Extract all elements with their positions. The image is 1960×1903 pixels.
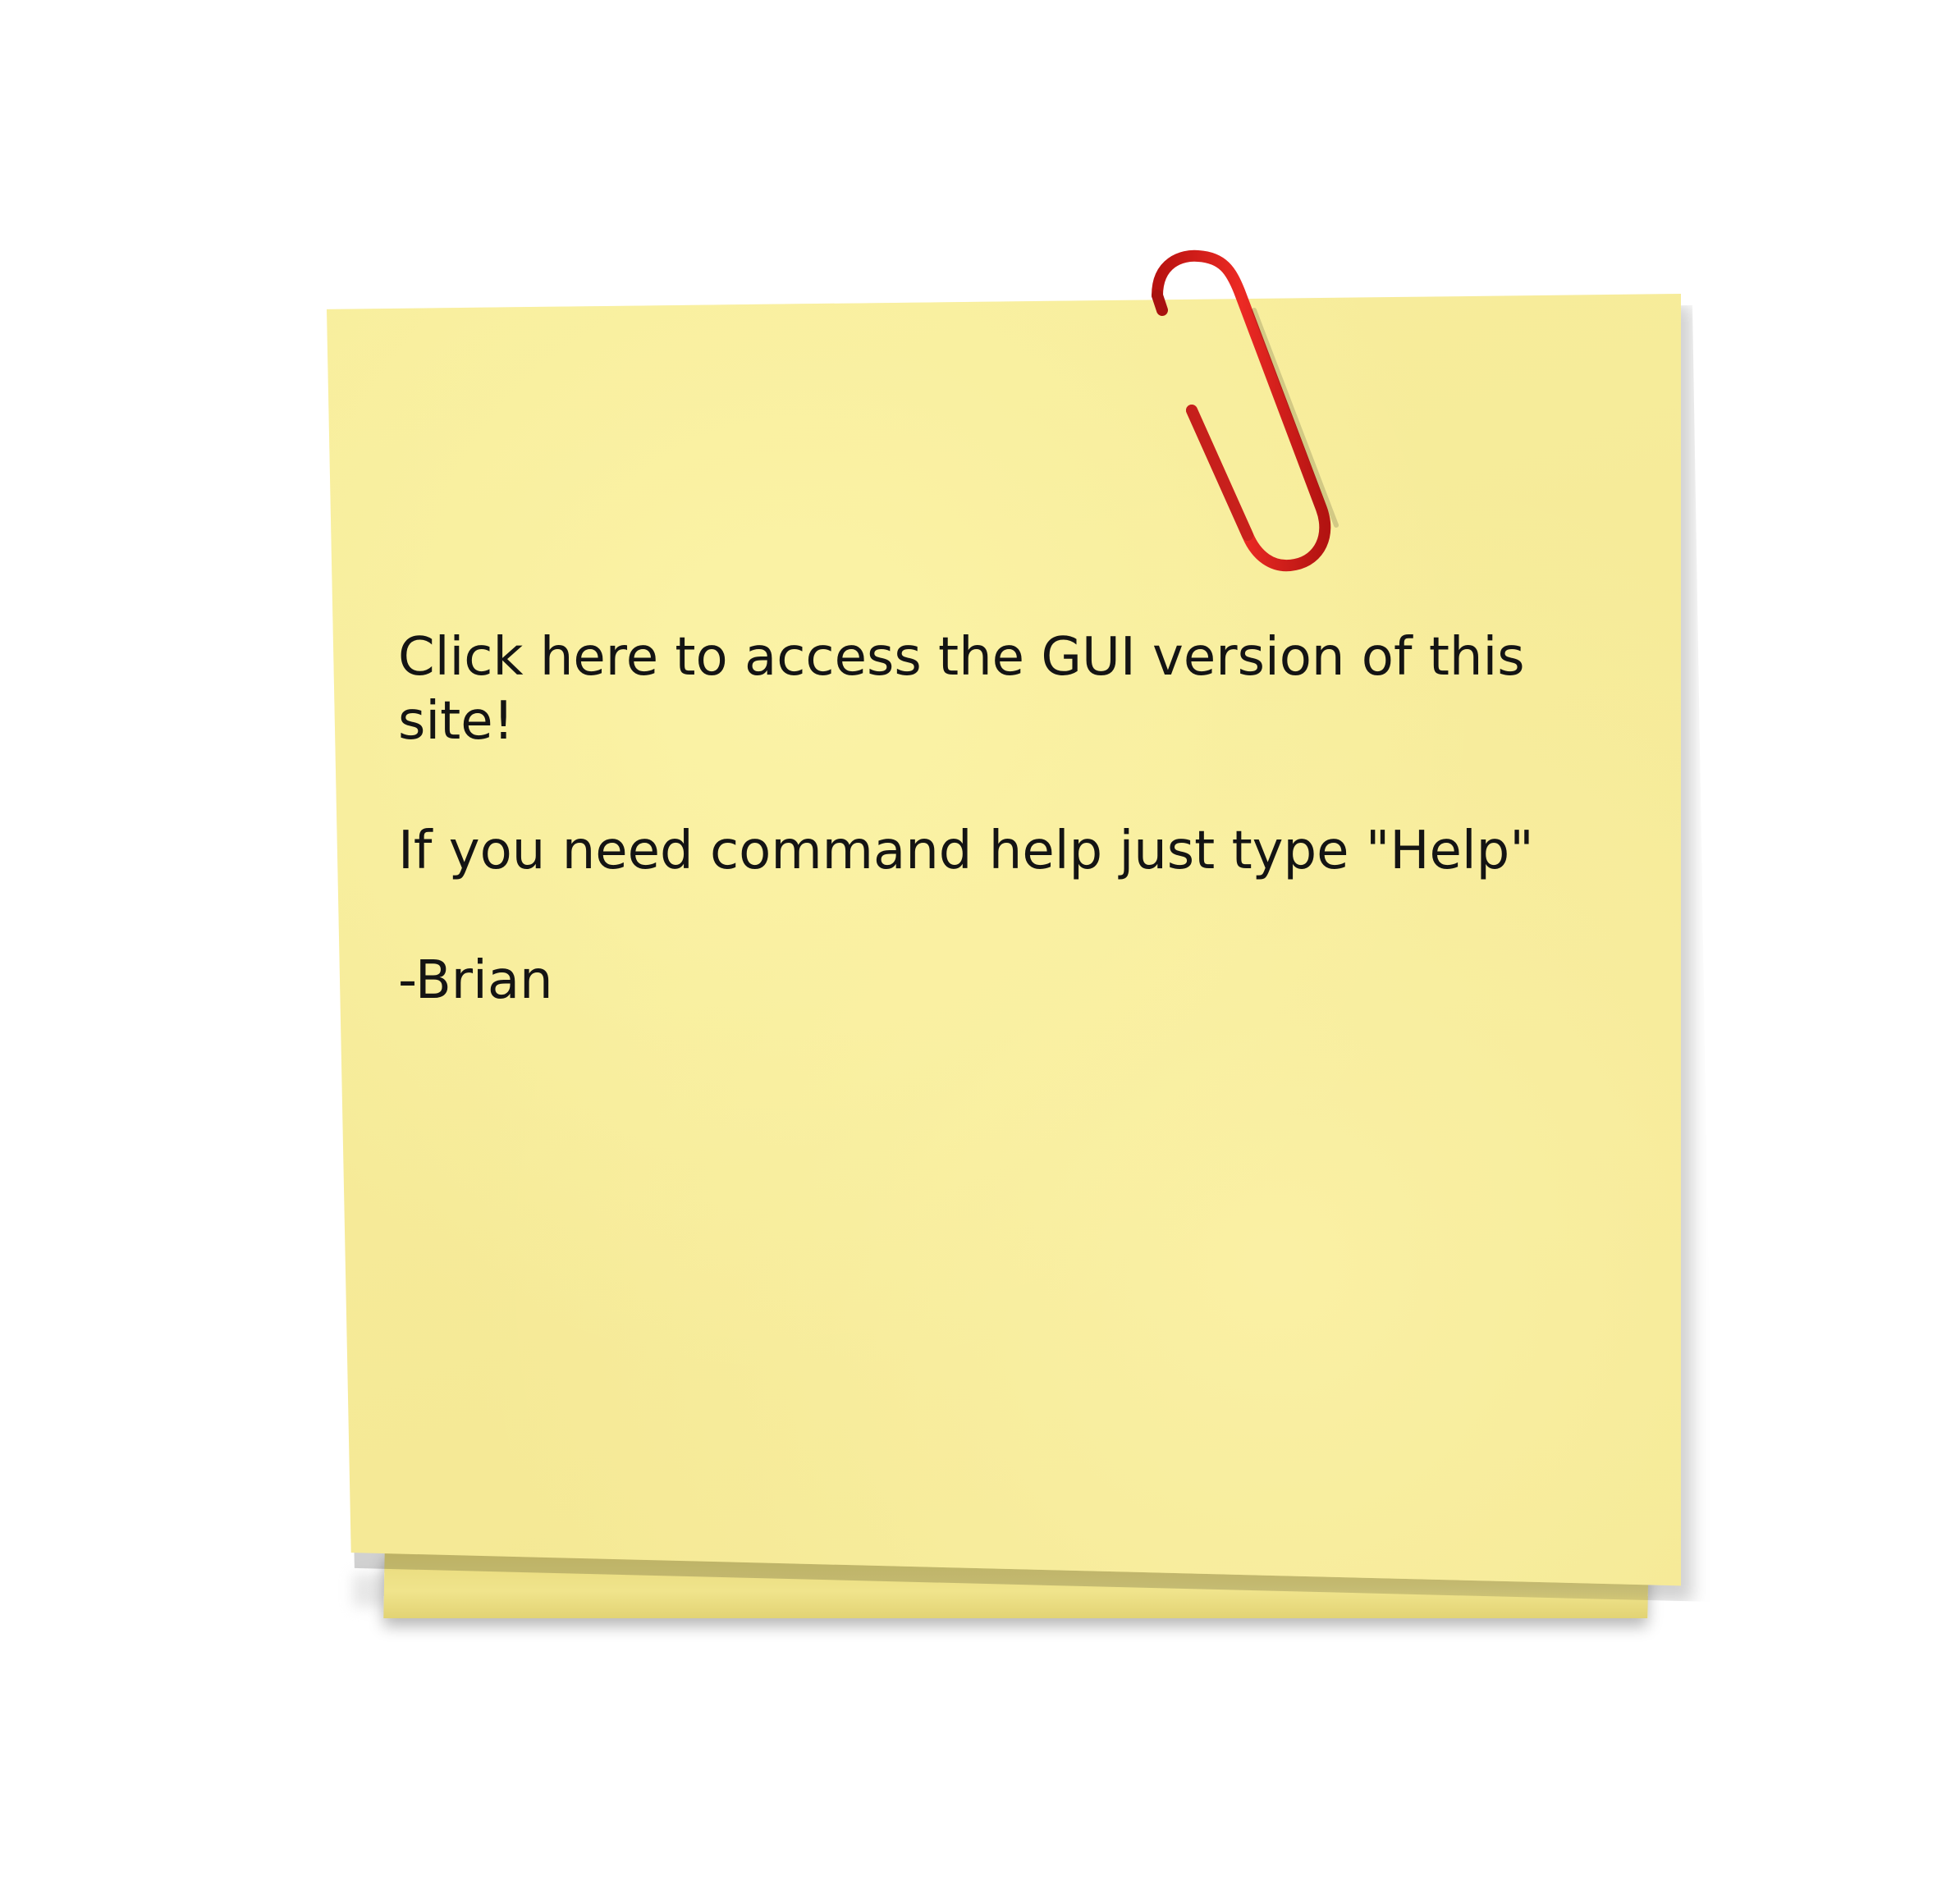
- help-instructions: If you need command help just type "Help…: [398, 821, 1534, 881]
- note-content: Click here to access the GUI version of …: [398, 625, 1564, 1078]
- sticky-note-page: Click here to access the GUI version of …: [0, 0, 1960, 1903]
- gui-version-link[interactable]: Click here to access the GUI version of …: [398, 625, 1564, 753]
- signature: -Brian: [398, 950, 553, 1011]
- paperclip-icon: [1152, 249, 1339, 572]
